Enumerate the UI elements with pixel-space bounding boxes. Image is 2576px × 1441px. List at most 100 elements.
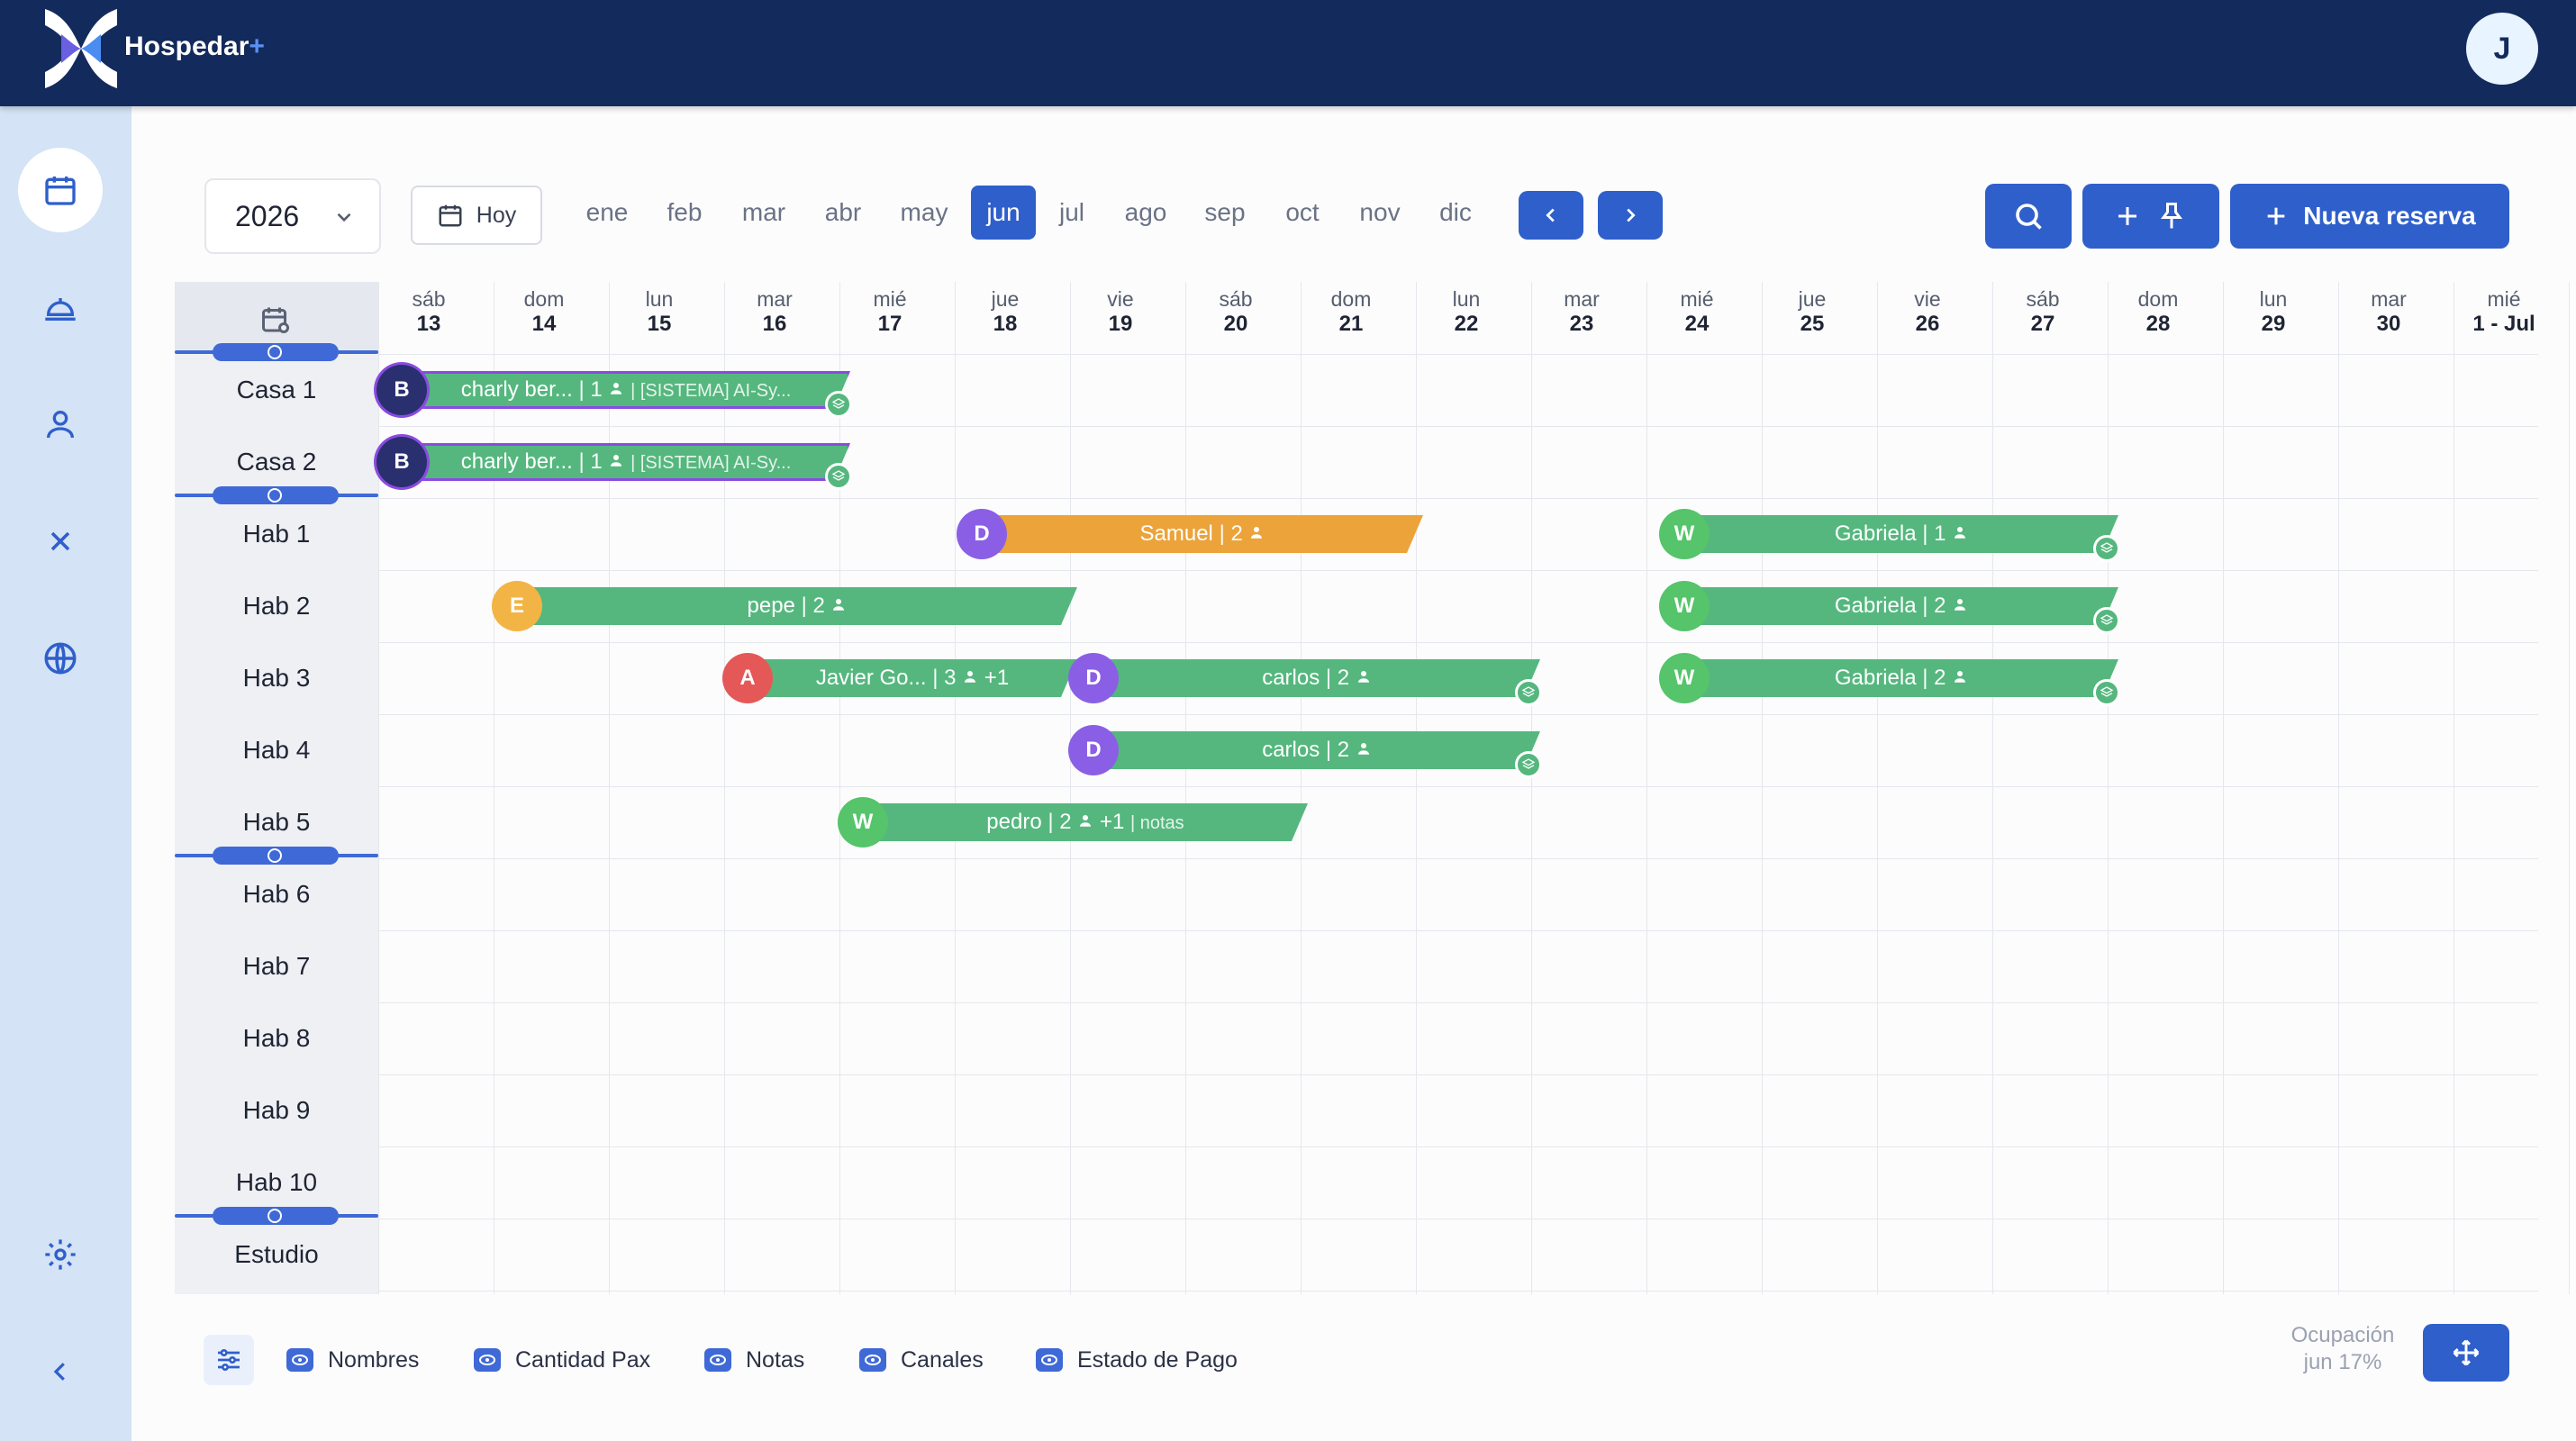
search-button[interactable] bbox=[1985, 184, 2072, 249]
room-label[interactable]: Hab 8 bbox=[175, 1002, 378, 1074]
add-pin-button[interactable] bbox=[2082, 184, 2219, 249]
channel-layers-icon bbox=[825, 463, 852, 490]
month-may[interactable]: may bbox=[893, 186, 956, 240]
room-label[interactable]: Hab 6 bbox=[175, 858, 378, 930]
guest-avatar[interactable]: W bbox=[1659, 653, 1710, 703]
month-oct[interactable]: oct bbox=[1273, 186, 1332, 240]
day-header-cell[interactable]: mar 23 bbox=[1524, 286, 1639, 337]
legend-notes-toggle[interactable]: Notas bbox=[704, 1340, 804, 1380]
booking-bar[interactable]: Gabriela | 1 bbox=[1684, 515, 2118, 553]
user-avatar[interactable]: J bbox=[2466, 13, 2538, 85]
day-header-cell[interactable]: lun 15 bbox=[602, 286, 717, 337]
hospedar-logo-icon[interactable] bbox=[40, 7, 122, 95]
close-x-icon[interactable] bbox=[18, 499, 103, 584]
day-header-cell[interactable]: vie 19 bbox=[1063, 286, 1178, 337]
reception-bell-icon[interactable] bbox=[18, 265, 103, 349]
month-dic[interactable]: dic bbox=[1426, 186, 1485, 240]
day-header-cell[interactable]: vie 26 bbox=[1870, 286, 1985, 337]
day-header-cell[interactable]: mié 24 bbox=[1639, 286, 1755, 337]
room-group-separator[interactable] bbox=[175, 847, 378, 865]
room-label[interactable]: Hab 7 bbox=[175, 930, 378, 1002]
guest-avatar[interactable]: B bbox=[376, 437, 427, 487]
legend-channels-toggle[interactable]: Canales bbox=[859, 1340, 984, 1380]
room-label[interactable]: Casa 1 bbox=[175, 354, 378, 426]
booking-bar[interactable]: carlos | 2 bbox=[1093, 659, 1540, 697]
guest-avatar[interactable]: W bbox=[1659, 509, 1710, 559]
guest-avatar[interactable]: D bbox=[957, 509, 1007, 559]
day-header-cell[interactable]: mié 1 - Jul bbox=[2446, 286, 2562, 337]
room-label[interactable]: Hab 4 bbox=[175, 714, 378, 786]
guest-avatar[interactable]: D bbox=[1068, 653, 1119, 703]
month-feb[interactable]: feb bbox=[653, 186, 716, 240]
group-handle[interactable] bbox=[213, 486, 339, 504]
guest-avatar[interactable]: A bbox=[722, 653, 773, 703]
booking-bar[interactable]: charly ber... | 1 | [SISTEMA] AI-Sy... bbox=[402, 443, 850, 481]
day-header-cell[interactable]: sáb 27 bbox=[1985, 286, 2100, 337]
previous-period-button[interactable] bbox=[1519, 191, 1583, 240]
month-ago[interactable]: ago bbox=[1114, 186, 1177, 240]
room-label[interactable]: Hab 9 bbox=[175, 1074, 378, 1146]
collapse-sidebar-chevron-icon[interactable] bbox=[18, 1329, 103, 1414]
guest-avatar[interactable]: D bbox=[1068, 725, 1119, 775]
guest-avatar[interactable]: W bbox=[1659, 581, 1710, 631]
month-mar[interactable]: mar bbox=[732, 186, 795, 240]
day-header-cell[interactable]: dom 21 bbox=[1293, 286, 1409, 337]
day-header-cell[interactable]: dom 28 bbox=[2100, 286, 2216, 337]
month-jul[interactable]: jul bbox=[1045, 186, 1099, 240]
booking-label: Gabriela | 2 bbox=[1684, 666, 2118, 691]
month-sep[interactable]: sep bbox=[1193, 186, 1256, 240]
room-group-separator[interactable] bbox=[175, 1207, 378, 1225]
legend-names-toggle[interactable]: Nombres bbox=[286, 1340, 419, 1380]
booking-bar[interactable]: Gabriela | 2 bbox=[1684, 587, 2118, 625]
month-ene[interactable]: ene bbox=[576, 186, 639, 240]
new-booking-button[interactable]: Nueva reserva bbox=[2230, 184, 2509, 249]
day-header-cell[interactable]: jue 18 bbox=[948, 286, 1063, 337]
booking-bar[interactable]: Javier Go... | 3 +1 bbox=[748, 659, 1077, 697]
booking-bar[interactable]: pepe | 2 bbox=[517, 587, 1077, 625]
display-options-button[interactable] bbox=[204, 1335, 254, 1385]
group-handle[interactable] bbox=[213, 343, 339, 361]
today-button[interactable]: Hoy bbox=[411, 186, 542, 245]
app-root: Hospedar+ J 2026 Hoy ene feb mar abr may… bbox=[0, 0, 2576, 1441]
room-label[interactable]: Estudio bbox=[175, 1219, 378, 1291]
settings-gear-icon[interactable] bbox=[18, 1212, 103, 1297]
grid-row-line bbox=[378, 1146, 2538, 1147]
room-label[interactable]: Hab 2 bbox=[175, 570, 378, 642]
day-of-week: mié bbox=[2487, 287, 2521, 311]
day-header-cell[interactable]: lun 29 bbox=[2216, 286, 2331, 337]
guest-avatar[interactable]: E bbox=[492, 581, 542, 631]
year-select[interactable]: 2026 bbox=[204, 178, 381, 254]
room-group-separator[interactable] bbox=[175, 486, 378, 504]
guest-avatar[interactable]: W bbox=[838, 797, 888, 847]
guest-avatar[interactable]: B bbox=[376, 365, 427, 415]
day-header-cell[interactable]: jue 25 bbox=[1755, 286, 1870, 337]
day-header-cell[interactable]: mié 17 bbox=[832, 286, 948, 337]
booking-bar[interactable]: Samuel | 2 bbox=[982, 515, 1423, 553]
globe-icon[interactable] bbox=[18, 616, 103, 701]
day-header-cell[interactable]: dom 14 bbox=[486, 286, 602, 337]
day-header-cell[interactable]: sáb 13 bbox=[371, 286, 486, 337]
calendar-settings-icon[interactable] bbox=[259, 304, 292, 336]
legend-payment-toggle[interactable]: Estado de Pago bbox=[1036, 1340, 1238, 1380]
booking-bar[interactable]: pedro | 2 +1 | notas bbox=[863, 803, 1308, 841]
legend-pax-toggle[interactable]: Cantidad Pax bbox=[474, 1340, 650, 1380]
day-header-cell[interactable]: sáb 20 bbox=[1178, 286, 1293, 337]
month-jun[interactable]: jun bbox=[971, 186, 1036, 240]
day-header-cell[interactable]: lun 22 bbox=[1409, 286, 1524, 337]
group-handle[interactable] bbox=[213, 1207, 339, 1225]
month-abr[interactable]: abr bbox=[812, 186, 875, 240]
day-header-cell[interactable]: mar 16 bbox=[717, 286, 832, 337]
calendar-nav-icon[interactable] bbox=[18, 148, 103, 232]
move-button[interactable] bbox=[2423, 1324, 2509, 1382]
guests-user-icon[interactable] bbox=[18, 382, 103, 467]
month-nov[interactable]: nov bbox=[1350, 186, 1410, 240]
room-group-separator[interactable] bbox=[175, 343, 378, 361]
next-period-button[interactable] bbox=[1598, 191, 1663, 240]
room-label[interactable]: Hab 3 bbox=[175, 642, 378, 714]
room-label[interactable]: Hab 1 bbox=[175, 498, 378, 570]
booking-bar[interactable]: charly ber... | 1 | [SISTEMA] AI-Sy... bbox=[402, 371, 850, 409]
booking-bar[interactable]: Gabriela | 2 bbox=[1684, 659, 2118, 697]
group-handle[interactable] bbox=[213, 847, 339, 865]
day-header-cell[interactable]: mar 30 bbox=[2331, 286, 2446, 337]
booking-bar[interactable]: carlos | 2 bbox=[1093, 731, 1540, 769]
